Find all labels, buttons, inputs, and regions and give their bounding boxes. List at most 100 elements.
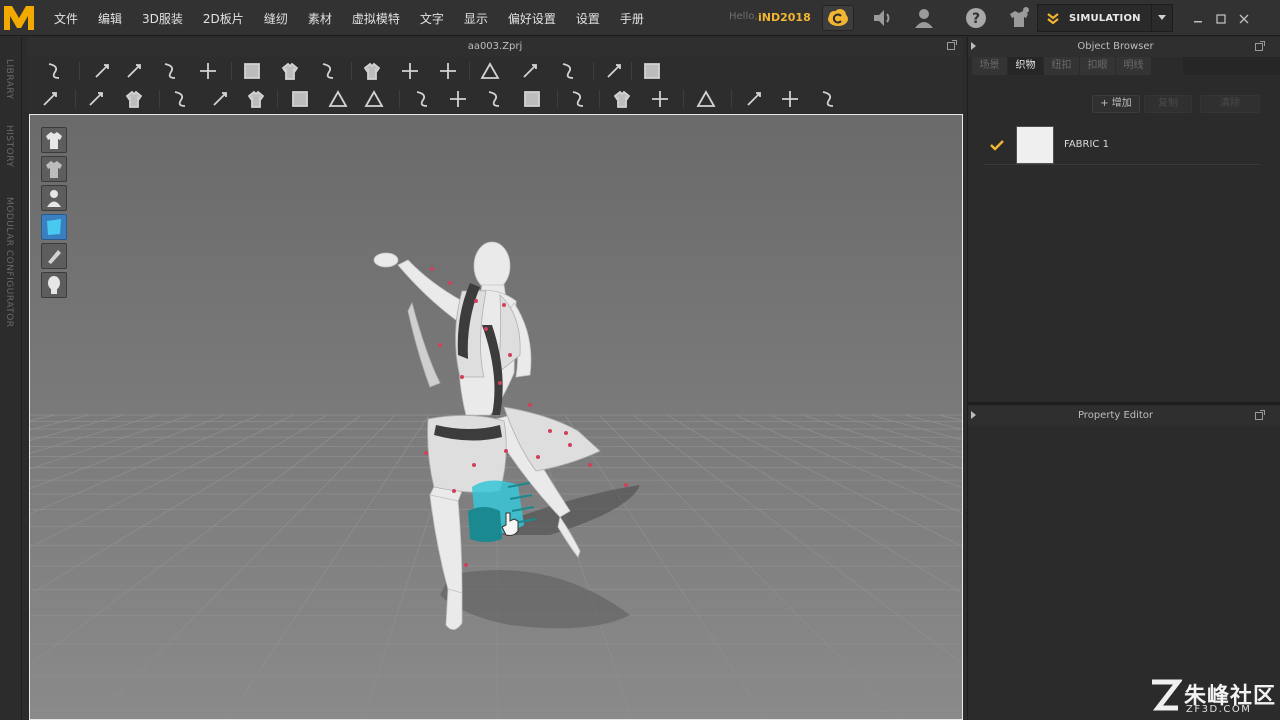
active-fabric-button[interactable] [41, 214, 67, 240]
toolbar-separator [159, 90, 160, 108]
measure-icon[interactable] [123, 88, 145, 110]
fabric-swatch[interactable] [1016, 126, 1054, 164]
garment-texture-button[interactable] [41, 156, 67, 182]
edit-point-icon[interactable] [197, 60, 219, 82]
avatar-view-icon [47, 190, 61, 207]
zipper-icon[interactable] [483, 88, 505, 110]
tab-buttonhole[interactable]: 扣眼 [1080, 57, 1115, 75]
menu-2d-pattern[interactable]: 2D板片 [203, 10, 244, 27]
md-logo-icon[interactable] [2, 2, 36, 34]
pin-marker [528, 403, 532, 407]
menu-text[interactable]: 文字 [420, 10, 444, 27]
tab-fabric[interactable]: 织物 [1008, 57, 1043, 75]
menu-preferences[interactable]: 偏好设置 [508, 10, 556, 27]
menu-manual[interactable]: 手册 [620, 10, 644, 27]
trim-icon[interactable] [649, 88, 671, 110]
watermark-subtext: ZF3D.COM [1186, 704, 1252, 715]
avatar-pose-icon[interactable] [39, 88, 61, 110]
expand-window-icon[interactable] [947, 40, 957, 50]
pressure-map-icon[interactable] [817, 88, 839, 110]
speaker-icon[interactable] [869, 5, 895, 31]
puckering-icon[interactable] [289, 88, 311, 110]
seamline-icon[interactable] [363, 88, 385, 110]
select-move-icon[interactable] [91, 60, 113, 82]
surface-button[interactable] [41, 243, 67, 269]
menu-settings[interactable]: 设置 [576, 10, 600, 27]
buttonhole-icon[interactable] [447, 88, 469, 110]
3d-scene[interactable] [30, 115, 963, 720]
pin-icon[interactable] [641, 60, 663, 82]
hem-icon[interactable] [521, 88, 543, 110]
user-icon[interactable] [911, 5, 937, 31]
copy-fabric-button[interactable]: 复制 [1144, 95, 1192, 113]
expand-window-icon[interactable] [1255, 410, 1265, 420]
garment-fit-icon[interactable] [743, 88, 765, 110]
fusible-icon[interactable] [611, 88, 633, 110]
pin-marker [588, 463, 592, 467]
tab-scene[interactable]: 场景 [972, 57, 1007, 75]
fabric-list-item[interactable]: FABRIC 1 [984, 125, 1259, 165]
clear-fabric-button[interactable]: 清除 [1200, 95, 1260, 113]
simulation-dropdown[interactable] [1151, 5, 1171, 31]
edit-pattern-icon[interactable] [159, 60, 181, 82]
maximize-icon[interactable] [1214, 12, 1228, 26]
fabric-name: FABRIC 1 [1064, 139, 1109, 150]
transform-graphic-icon[interactable] [209, 88, 231, 110]
fold-icon[interactable] [399, 60, 421, 82]
tab-modular-configurator[interactable]: MODULAR CONFIGURATOR [4, 197, 14, 328]
pin-marker [536, 455, 540, 459]
fold-3d-icon[interactable] [245, 88, 267, 110]
avatar-shirt-icon[interactable] [1005, 5, 1033, 31]
strain-map-icon[interactable] [779, 88, 801, 110]
cloud-sync-button[interactable] [822, 5, 854, 31]
menu-materials[interactable]: 素材 [308, 10, 332, 27]
tab-button[interactable]: 纽扣 [1044, 57, 1079, 75]
avatar-head-button[interactable] [41, 272, 67, 298]
pin-marker [508, 353, 512, 357]
zf-logo-icon [1152, 679, 1182, 711]
close-icon[interactable] [1237, 12, 1251, 26]
arrangement-icon[interactable] [603, 60, 625, 82]
menu-sewing[interactable]: 缝纫 [264, 10, 288, 27]
toolbar-separator [469, 62, 470, 80]
circle-icon[interactable] [317, 60, 339, 82]
texture-edit-icon[interactable] [169, 88, 191, 110]
menu-edit[interactable]: 编辑 [98, 10, 122, 27]
avatar-measure-icon[interactable] [695, 88, 717, 110]
transform-pattern-icon[interactable] [123, 60, 145, 82]
tack-icon[interactable] [437, 60, 459, 82]
right-panel: Object Browser 场景 织物 纽扣 扣眼 明线 + 增加 复制 清除… [967, 37, 1280, 720]
panel-splitter[interactable] [968, 402, 1280, 405]
menu-3d-garment[interactable]: 3D服装 [142, 10, 183, 27]
check-sewing-icon[interactable] [557, 60, 579, 82]
help-icon[interactable]: ? [963, 5, 989, 31]
watermark: 朱峰社区 ZF3D.COM [1146, 676, 1276, 718]
minimize-icon[interactable] [1191, 12, 1205, 26]
polygon-icon[interactable] [279, 60, 301, 82]
tab-library[interactable]: LIBRARY [4, 59, 14, 100]
menu-display[interactable]: 显示 [464, 10, 488, 27]
expand-window-icon[interactable] [1255, 41, 1265, 51]
add-fabric-button[interactable]: + 增加 [1092, 95, 1140, 113]
button-icon[interactable] [411, 88, 433, 110]
toolbar-separator [599, 90, 600, 108]
toolbar-separator [399, 90, 400, 108]
avatar-view-button[interactable] [41, 185, 67, 211]
shirring-icon[interactable] [327, 88, 349, 110]
menu-avatar[interactable]: 虚拟模特 [352, 10, 400, 27]
segment-sewing-icon[interactable] [479, 60, 501, 82]
3d-viewport[interactable] [29, 114, 963, 720]
garment-view-button[interactable] [41, 127, 67, 153]
tab-history[interactable]: HISTORY [4, 125, 14, 167]
free-sewing-icon[interactable] [519, 60, 541, 82]
internal-line-icon[interactable] [361, 60, 383, 82]
lining-icon[interactable] [567, 88, 589, 110]
garment-texture-icon [46, 161, 62, 178]
username-label[interactable]: iND2018 [758, 11, 811, 24]
fold-arrange-icon[interactable] [43, 60, 65, 82]
tab-topstitch[interactable]: 明线 [1116, 57, 1151, 75]
toolbar-separator [79, 62, 80, 80]
menu-file[interactable]: 文件 [54, 10, 78, 27]
rectangle-icon[interactable] [241, 60, 263, 82]
brush-icon[interactable] [85, 88, 107, 110]
